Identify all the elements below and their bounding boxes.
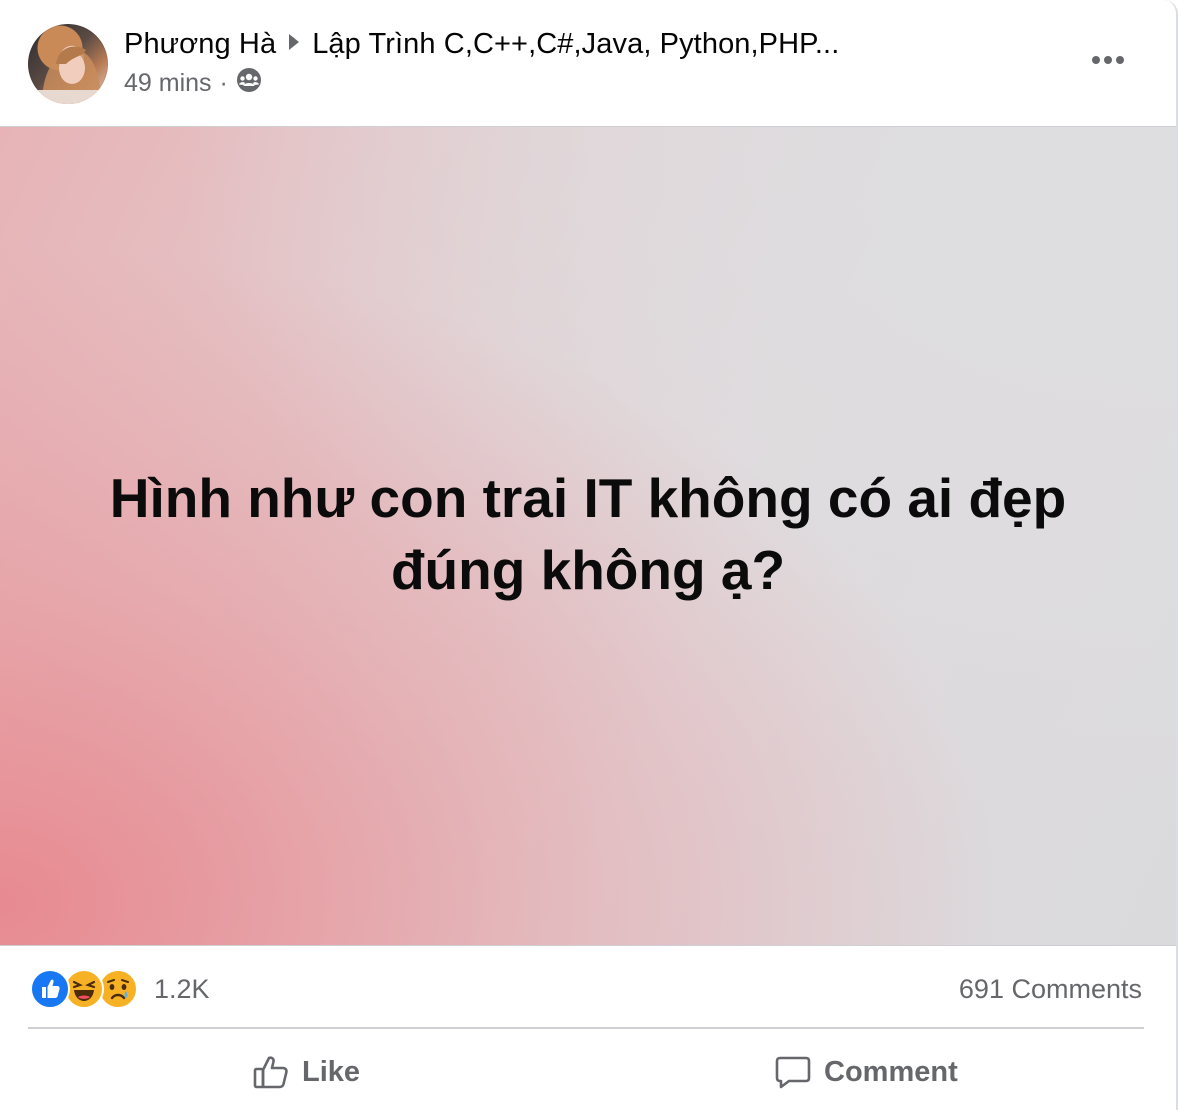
post-card: Phương Hà Lập Trình C,C++,C#,Java, Pytho… [0,0,1178,1110]
reaction-count[interactable]: 1.2K [154,974,210,1005]
group-name[interactable]: Lập Trình C,C++,C#,Java, Python,PHP... [312,28,839,61]
post-timestamp[interactable]: 49 mins [124,69,212,98]
haha-reaction-icon [64,969,104,1009]
author-name[interactable]: Phương Hà [124,28,276,61]
post-header: Phương Hà Lập Trình C,C++,C#,Java, Pytho… [0,0,1176,126]
author-avatar[interactable] [28,24,108,104]
more-dots-icon [1092,56,1124,64]
thumbs-up-icon [253,1056,288,1089]
post-text-line-2: đúng không ạ? [390,539,786,601]
post-meta: 49 mins · [124,66,262,100]
like-label: Like [302,1055,361,1088]
post-text: Hình như con trai IT không có ai đẹp đún… [40,462,1136,606]
reactions-summary[interactable]: 1.2K [30,966,210,1012]
post-title-line: Phương Hà Lập Trình C,C++,C#,Java, Pytho… [124,26,839,62]
meta-separator: · [219,68,228,97]
post-text-line-1: Hình như con trai IT không có ai đẹp [109,467,1067,529]
sad-reaction-icon [98,969,138,1009]
group-icon[interactable] [236,67,262,100]
comment-button[interactable]: Comment [774,1046,958,1098]
like-reaction-icon [30,969,70,1009]
like-button[interactable]: Like [252,1046,360,1098]
comments-count[interactable]: 691 Comments [959,966,1142,1012]
actions-divider [28,1027,1144,1029]
caret-right-icon [288,33,300,56]
comment-label: Comment [824,1055,958,1088]
more-options-button[interactable] [1080,40,1136,80]
comment-bubble-icon [775,1056,811,1089]
